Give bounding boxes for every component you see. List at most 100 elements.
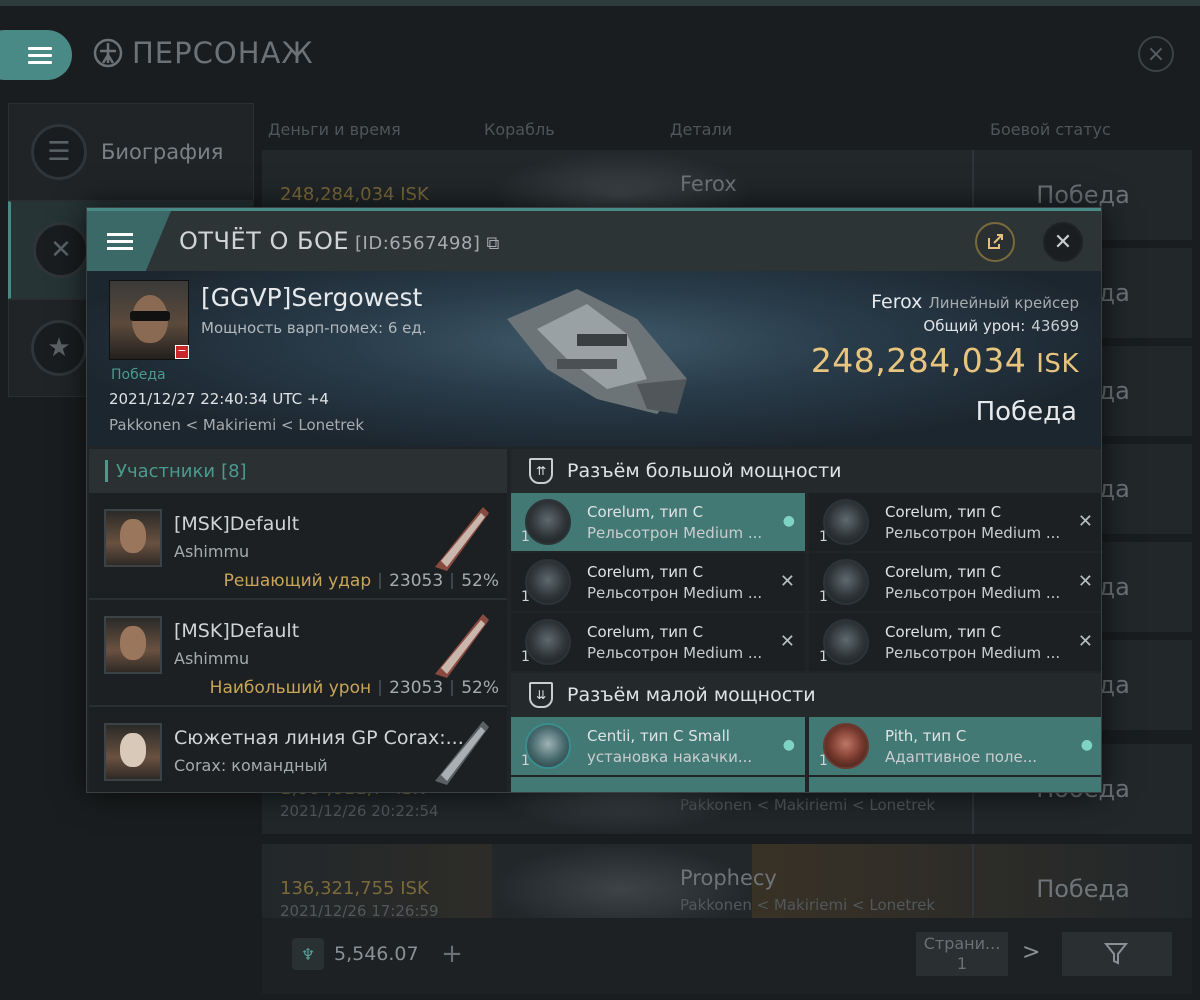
railgun-module-icon xyxy=(525,499,571,545)
column-header-ship[interactable]: Корабль xyxy=(484,120,555,139)
railgun-module-icon xyxy=(525,619,571,665)
person-icon: ● xyxy=(782,737,795,753)
module-quantity: 1 xyxy=(819,753,828,769)
list-icon: ☰ xyxy=(31,124,87,180)
isk-value: 136,321,755 ISK xyxy=(280,878,429,899)
combat-report-dialog: ОТЧЁТ О БОЕ [ID:6567498] ⧉ ✕ − [GGVP]Sergo… xyxy=(86,207,1102,793)
participant-ship-icon[interactable] xyxy=(427,501,495,573)
module-slot[interactable]: 1 Centii, тип C Small установка накачки.… xyxy=(511,717,805,775)
external-link-icon xyxy=(988,234,1003,249)
ship-name: Prophecy xyxy=(680,866,777,890)
character-icon xyxy=(93,38,123,68)
main-menu-button[interactable] xyxy=(0,30,72,80)
participants-count: [8] xyxy=(221,460,247,482)
crossed-swords-icon: ✕ xyxy=(33,222,89,278)
copy-icon[interactable]: ⧉ xyxy=(486,233,499,254)
module-type: Рельсотрон Medium ... xyxy=(885,524,1061,542)
destroyed-icon: ✕ xyxy=(1077,571,1093,592)
destroyed-icon: ✕ xyxy=(1077,631,1093,652)
participant-percent: 52% xyxy=(461,678,499,698)
module-name: Corelum, тип C xyxy=(885,563,1002,581)
participant-percent: 52% xyxy=(461,571,499,591)
total-damage: Общий урон: 43699 xyxy=(923,317,1079,335)
participant-name: Сюжетная линия GP Corax:... xyxy=(174,727,464,749)
app-header: ПЕРСОНАЖ × xyxy=(0,22,1200,86)
close-icon[interactable]: ✕ xyxy=(1043,222,1083,262)
module-type: Рельсотрон Medium ... xyxy=(587,524,763,542)
module-slot[interactable]: 1 Corelum, тип C Рельсотрон Medium ... ✕ xyxy=(809,613,1101,671)
module-type: Рельсотрон Medium ... xyxy=(885,644,1061,662)
module-slot-partial[interactable] xyxy=(511,777,805,792)
low-slots-label: Разъём малой мощности xyxy=(567,684,816,706)
module-name: Corelum, тип C xyxy=(587,563,704,581)
column-header-details[interactable]: Детали xyxy=(670,120,732,139)
module-slot[interactable]: 1 Pith, тип C Адаптивное поле... ● xyxy=(809,717,1101,775)
column-header-money-time[interactable]: Деньги и время xyxy=(268,120,401,139)
participant-corp: Ashimmu xyxy=(174,542,250,561)
plex-icon: ♆ xyxy=(292,938,324,970)
participant-tag: Наибольший урон xyxy=(209,678,372,698)
module-slot[interactable]: 1 Corelum, тип C Рельсотрон Medium ... ● xyxy=(511,493,805,551)
close-window-icon[interactable]: × xyxy=(1138,36,1174,72)
ship-name: Ferox xyxy=(680,172,737,196)
module-type: Рельсотрон Medium ... xyxy=(885,584,1061,602)
share-button[interactable] xyxy=(975,222,1015,262)
report-id: [ID:6567498] xyxy=(355,233,481,254)
module-quantity: 1 xyxy=(819,529,828,545)
person-icon: ● xyxy=(1080,737,1093,753)
filter-icon xyxy=(1104,943,1129,965)
dialog-title-text: ОТЧЁТ О БОЕ xyxy=(179,227,349,255)
railgun-module-icon xyxy=(823,619,869,665)
kill-datetime: 2021/12/27 22:40:34 UTC +4 xyxy=(109,390,329,408)
participant-avatar[interactable] xyxy=(104,723,162,781)
module-quantity: 1 xyxy=(521,529,530,545)
victim-summary: − [GGVP]Sergowest Мощность варп-помех: 6… xyxy=(87,271,1101,447)
participant-row[interactable]: [MSK]Default Ashimmu Наибольший урон 230… xyxy=(89,600,507,707)
participant-ship-icon[interactable] xyxy=(427,608,495,680)
low-slot-icon: ⇊ xyxy=(529,682,553,708)
participant-avatar[interactable] xyxy=(104,616,162,674)
dialog-header: ОТЧЁТ О БОЕ [ID:6567498] ⧉ ✕ xyxy=(87,211,1101,271)
module-slot-partial[interactable] xyxy=(809,777,1101,792)
column-header-combat-status[interactable]: Боевой статус xyxy=(990,120,1111,139)
participant-avatar[interactable] xyxy=(104,509,162,567)
module-quantity: 1 xyxy=(819,649,828,665)
sidebar-item-biography[interactable]: ☰ Биография xyxy=(8,103,254,201)
participant-row[interactable]: [MSK]Default Ashimmu Решающий удар 23053… xyxy=(89,493,507,600)
participants-header[interactable]: Участники [8] xyxy=(89,449,507,493)
page-selector[interactable]: Страни... 1 xyxy=(916,932,1008,976)
page-title: ПЕРСОНАЖ xyxy=(92,36,314,70)
destroyed-icon: ✕ xyxy=(1077,511,1093,532)
next-page-button[interactable]: > xyxy=(1022,940,1040,965)
ferox-ship-image xyxy=(507,289,687,414)
kill-date: 2021/12/26 20:22:54 xyxy=(280,802,439,820)
module-type: Рельсотрон Medium ... xyxy=(587,644,763,662)
module-name: Pith, тип C xyxy=(885,727,967,745)
kill-location: Pakkonen < Makiriemi < Lonetrek xyxy=(680,796,935,814)
hostile-standing-icon: − xyxy=(175,345,189,359)
kill-location[interactable]: Pakkonen < Makiriemi < Lonetrek xyxy=(109,416,364,434)
module-slot[interactable]: 1 Corelum, тип C Рельсотрон Medium ... ✕ xyxy=(809,493,1101,551)
participant-name: [MSK]Default xyxy=(174,513,300,535)
high-slot-icon: ⇈ xyxy=(529,458,553,484)
top-accent-line xyxy=(0,0,1200,6)
total-damage-label: Общий урон: xyxy=(923,317,1026,335)
module-slot[interactable]: 1 Corelum, тип C Рельсотрон Medium ... ✕ xyxy=(511,553,805,611)
dialog-menu-button[interactable] xyxy=(87,211,171,271)
participant-ship-icon[interactable] xyxy=(427,715,495,787)
railgun-module-icon xyxy=(823,559,869,605)
isk-currency: ISK xyxy=(1036,349,1079,379)
low-slots-header: ⇊ Разъём малой мощности xyxy=(511,673,1101,717)
add-plex-button[interactable]: + xyxy=(438,939,466,969)
participant-row[interactable]: Сюжетная линия GP Corax:... Corax: коман… xyxy=(89,707,507,792)
victim-name[interactable]: [GGVP]Sergowest xyxy=(201,283,422,312)
module-quantity: 1 xyxy=(521,649,530,665)
ship-name[interactable]: Ferox xyxy=(871,291,922,313)
participants-panel: Участники [8] [MSK]Default Ashimmu Решаю… xyxy=(89,449,507,792)
participant-corp: Ashimmu xyxy=(174,649,250,668)
ship-class: Линейный крейсер xyxy=(928,294,1079,312)
module-slot[interactable]: 1 Corelum, тип C Рельсотрон Medium ... ✕ xyxy=(511,613,805,671)
filter-button[interactable] xyxy=(1062,932,1172,976)
participant-stats: Решающий удар 23053 52% xyxy=(224,571,499,591)
module-slot[interactable]: 1 Corelum, тип C Рельсотрон Medium ... ✕ xyxy=(809,553,1101,611)
